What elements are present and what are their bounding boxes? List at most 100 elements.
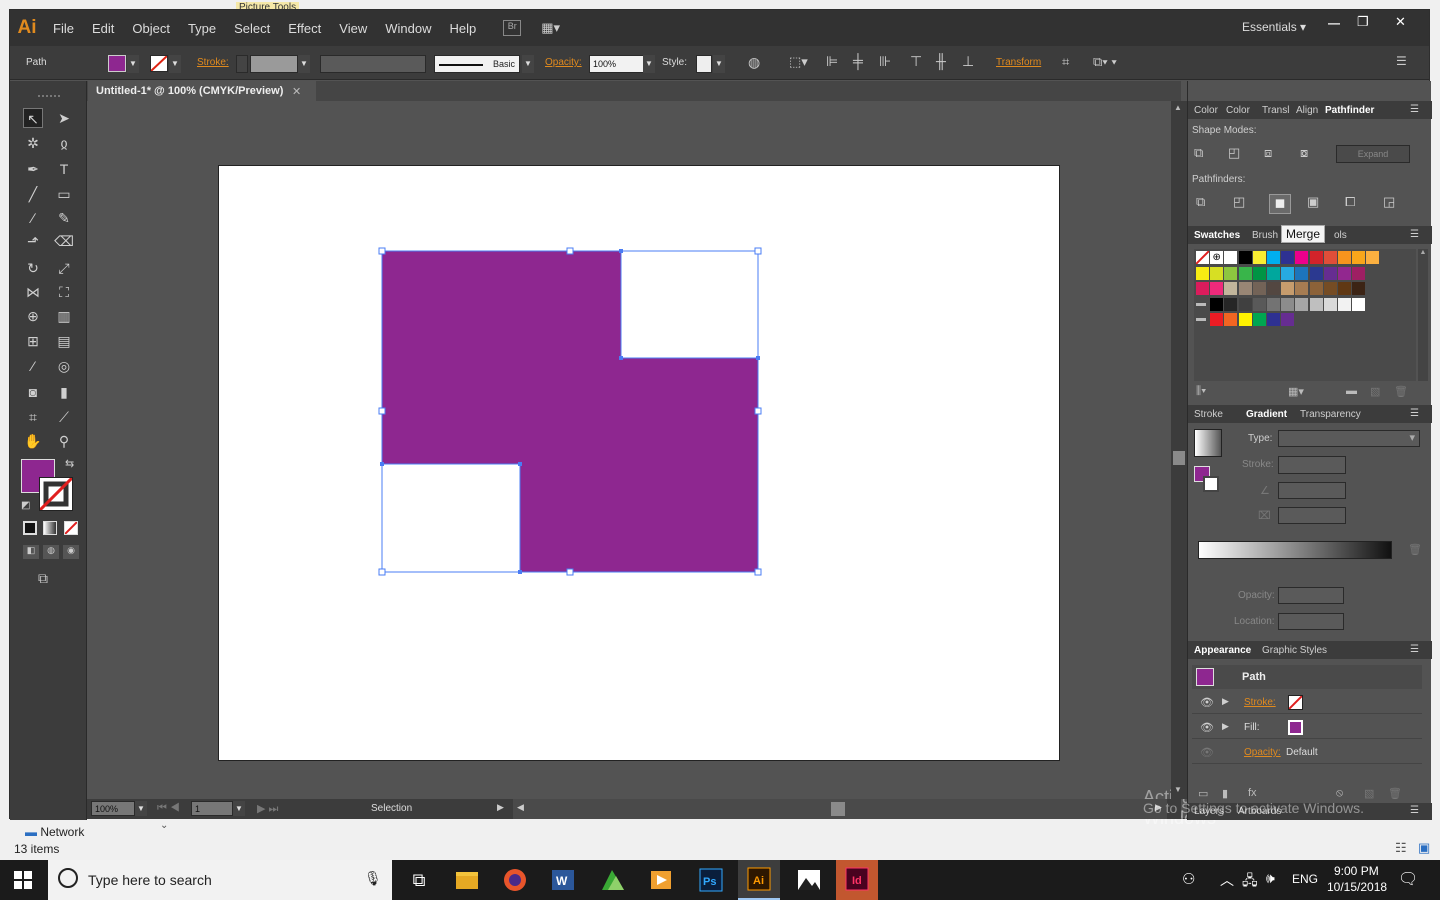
menu-object[interactable]: Object <box>123 21 179 36</box>
outline-button[interactable]: ⧠ <box>1345 194 1367 214</box>
new-swatch-icon[interactable]: ▧ <box>1370 385 1380 398</box>
scale-tool-icon[interactable]: ⤢ <box>54 258 74 278</box>
fill-swatch[interactable] <box>108 55 126 72</box>
add-new-effect-icon[interactable]: fx <box>1248 787 1257 799</box>
shape-builder-tool-icon[interactable]: ⊕ <box>23 306 43 326</box>
variable-width-field[interactable] <box>320 55 426 73</box>
artboard-dropdown[interactable]: ▼ <box>233 801 245 816</box>
swatch-none[interactable] <box>1195 250 1210 265</box>
swatch[interactable] <box>1309 282 1323 295</box>
swatch[interactable] <box>1281 266 1295 280</box>
tab-color[interactable]: Color <box>1194 105 1218 116</box>
swatch[interactable] <box>1196 266 1209 280</box>
swatch[interactable] <box>1267 251 1280 264</box>
gradient-opacity-field[interactable] <box>1278 587 1344 604</box>
magic-wand-tool-icon[interactable]: ✲ <box>23 133 43 153</box>
swatch[interactable] <box>1238 313 1252 326</box>
style-swatch[interactable] <box>696 55 712 73</box>
swatch[interactable] <box>1210 282 1224 295</box>
tab-transform[interactable]: Transl <box>1262 105 1289 116</box>
hscroll-thumb[interactable] <box>831 802 845 816</box>
align-right-icon[interactable]: ⊪ <box>879 53 891 70</box>
indesign-icon[interactable]: Id <box>836 860 878 900</box>
gradient-angle-field[interactable] <box>1278 482 1346 499</box>
align-to-icon[interactable]: ⬚▾ <box>789 54 808 70</box>
stroke-weight-field[interactable] <box>250 55 298 73</box>
tab-brushes[interactable]: Brush <box>1252 230 1278 241</box>
delete-stop-icon[interactable]: 🗑 <box>1408 543 1422 556</box>
menu-window[interactable]: Window <box>376 21 440 36</box>
align-center-icon[interactable]: ╪ <box>853 53 863 69</box>
pen-tool-icon[interactable]: ✒ <box>23 159 43 179</box>
menu-type[interactable]: Type <box>179 21 225 36</box>
collapse-chevron-icon[interactable]: ⌄ <box>160 820 168 831</box>
action-center-icon[interactable]: 🗨 <box>1398 869 1418 889</box>
intersect-button[interactable]: ⧈ <box>1264 145 1286 165</box>
gradient-aspect-field[interactable] <box>1278 507 1346 524</box>
stroke-color-box[interactable] <box>38 476 74 512</box>
purple-path-shape[interactable] <box>382 251 758 572</box>
clock-time[interactable]: 9:00 PM <box>1334 864 1379 878</box>
photoshop-icon[interactable]: Ps <box>690 864 732 896</box>
perspective-grid-tool-icon[interactable]: ▥ <box>54 306 74 326</box>
people-icon[interactable]: ⚇ <box>1182 870 1195 888</box>
pathfinder-panel-menu-icon[interactable]: ☰ <box>1410 104 1419 115</box>
appearance-path-row[interactable]: Path <box>1192 665 1422 689</box>
exclude-button[interactable]: ⧇ <box>1300 145 1322 165</box>
screen-mode-icon[interactable]: ⧉ <box>38 570 48 587</box>
appearance-opacity-row[interactable]: 👁 Opacity: Default <box>1192 741 1422 764</box>
stroke-label[interactable]: Stroke: <box>197 57 229 68</box>
minus-back-button[interactable]: ◲ <box>1383 194 1405 214</box>
document-tab[interactable]: Untitled-1* @ 100% (CMYK/Preview) ✕ <box>88 81 316 101</box>
swatch[interactable] <box>1224 313 1238 326</box>
expand-arrow-icon[interactable]: ▶ <box>1222 696 1229 707</box>
divide-button[interactable]: ⧉ <box>1196 194 1218 214</box>
canvas-area[interactable]: Activate Windows <box>87 101 1216 828</box>
rectangle-tool-icon[interactable]: ▭ <box>54 184 74 204</box>
swatch[interactable] <box>1224 251 1238 264</box>
gradient-slider[interactable] <box>1198 541 1392 559</box>
expand-button[interactable]: Expand <box>1336 145 1410 163</box>
mesh-tool-icon[interactable]: ⊞ <box>23 331 43 351</box>
menu-view[interactable]: View <box>330 21 376 36</box>
stroke-swatch[interactable] <box>150 55 168 72</box>
tab-swatches[interactable]: Swatches <box>1194 230 1240 241</box>
line-tool-icon[interactable]: ╱ <box>23 184 43 204</box>
photos-icon[interactable] <box>788 864 830 896</box>
gradient-panel-menu-icon[interactable]: ☰ <box>1410 408 1419 419</box>
start-button[interactable] <box>14 871 32 889</box>
isolate-icon[interactable]: ⌗ <box>1062 54 1069 70</box>
type-tool-icon[interactable]: T <box>54 159 74 179</box>
menu-edit[interactable]: Edit <box>83 21 123 36</box>
transform-link[interactable]: Transform <box>996 57 1041 68</box>
merge-button[interactable]: ◼ <box>1269 194 1291 214</box>
clock-date[interactable]: 10/15/2018 <box>1327 880 1387 894</box>
style-dropdown[interactable]: ▼ <box>713 55 725 73</box>
zoom-dropdown[interactable]: ▼ <box>135 801 147 816</box>
swatch[interactable] <box>1210 266 1224 280</box>
swatch[interactable] <box>1295 266 1309 280</box>
swatch[interactable] <box>1366 251 1380 264</box>
swatch[interactable] <box>1252 297 1266 311</box>
swatch[interactable] <box>1281 313 1295 326</box>
stroke-weight-dropdown[interactable]: ▼ <box>298 55 310 73</box>
camtasia-icon[interactable] <box>592 864 634 896</box>
restore-button[interactable]: ❐ <box>1357 14 1369 30</box>
swatch[interactable] <box>1338 297 1351 311</box>
blob-brush-tool-icon[interactable]: ⬏ <box>23 231 43 251</box>
align-bottom-icon[interactable]: ⊥ <box>962 53 974 70</box>
control-panel-menu-icon[interactable]: ☰ <box>1396 54 1407 68</box>
selection-tool-icon[interactable]: ↖ <box>23 108 43 128</box>
microphone-icon[interactable]: 🎙 <box>364 870 382 887</box>
tools-panel-grip[interactable] <box>38 95 60 97</box>
artboard[interactable] <box>218 165 1060 761</box>
add-new-stroke-icon[interactable]: ▭ <box>1198 787 1208 800</box>
crop-button[interactable]: ▣ <box>1307 194 1329 214</box>
align-middle-icon[interactable]: ╫ <box>936 53 946 69</box>
word-icon[interactable]: W <box>542 864 584 896</box>
clear-appearance-icon[interactable]: ⦸ <box>1336 787 1343 800</box>
free-transform-tool-icon[interactable]: ⛶ <box>54 282 74 302</box>
swatch[interactable] <box>1338 282 1351 295</box>
appearance-fill-swatch[interactable] <box>1288 720 1303 735</box>
horizontal-scrollbar[interactable]: ◀ ▶ <box>513 799 1167 819</box>
